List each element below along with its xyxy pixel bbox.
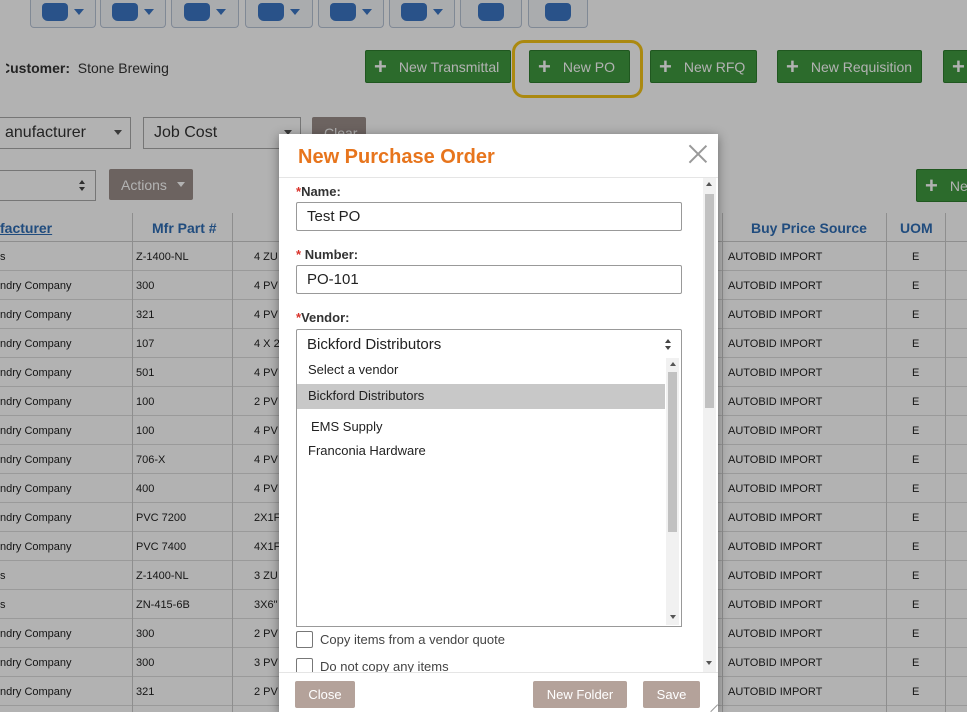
close-button[interactable]: Close (295, 681, 355, 708)
name-label: *Name: (296, 184, 341, 199)
number-field[interactable]: PO-101 (296, 265, 682, 294)
vendor-select[interactable]: Bickford Distributors (296, 329, 682, 359)
dialog-title: New Purchase Order (298, 146, 495, 168)
number-label-text: Number: (304, 247, 359, 262)
name-field-value: Test PO (307, 208, 361, 225)
scroll-down-icon[interactable] (670, 615, 676, 619)
scroll-down-icon[interactable] (706, 661, 712, 665)
vendor-option[interactable]: Select a vendor (297, 358, 665, 383)
new-purchase-order-dialog: New Purchase Order *Name: Test PO * Numb… (279, 134, 719, 712)
dialog-scrollbar-thumb[interactable] (705, 194, 714, 408)
copy-vendor-quote-label: Copy items from a vendor quote (320, 632, 505, 647)
scroll-up-icon[interactable] (670, 362, 676, 366)
save-button[interactable]: Save (643, 681, 700, 708)
vendor-option-selected[interactable]: Bickford Distributors (297, 384, 665, 409)
vendor-label: *Vendor: (296, 310, 349, 325)
resize-handle-icon[interactable] (703, 697, 719, 712)
scroll-up-icon[interactable] (706, 182, 712, 186)
do-not-copy-checkbox[interactable] (296, 658, 313, 672)
vendor-select-value: Bickford Distributors (307, 336, 442, 353)
new-folder-button[interactable]: New Folder (533, 681, 627, 708)
do-not-copy-label: Do not copy any items (320, 659, 449, 672)
dialog-body: *Name: Test PO * Number: PO-101 *Vendor:… (279, 178, 718, 672)
up-down-icon (665, 339, 671, 351)
vendor-options-list: Select a vendor Bickford Distributors EM… (296, 358, 682, 627)
number-label: * Number: (296, 247, 358, 262)
required-marker: * (296, 247, 302, 262)
vendor-option[interactable]: Franconia Hardware (297, 439, 665, 464)
list-scrollbar-thumb[interactable] (668, 372, 677, 532)
vendor-label-text: Vendor: (301, 310, 350, 325)
vendor-option[interactable]: EMS Supply (297, 415, 665, 440)
number-field-value: PO-101 (307, 271, 359, 288)
dialog-footer: Close New Folder Save (279, 672, 719, 712)
name-field[interactable]: Test PO (296, 202, 682, 231)
copy-vendor-quote-checkbox[interactable] (296, 631, 313, 648)
close-icon[interactable] (688, 144, 708, 164)
name-label-text: Name: (301, 184, 341, 199)
